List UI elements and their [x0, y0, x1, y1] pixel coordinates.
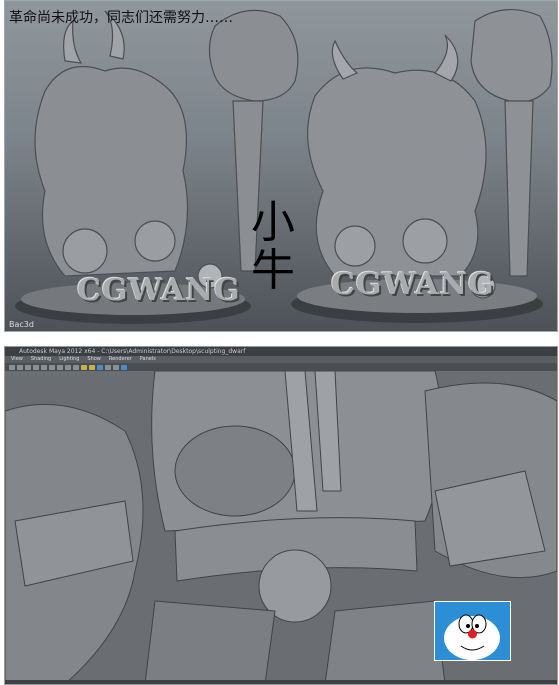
lights-icon[interactable] — [89, 364, 95, 370]
menu-panels[interactable]: Panels — [140, 356, 156, 363]
menu-shading[interactable]: Shading — [31, 356, 51, 363]
panel-menu-bar: View Shading Lighting Show Renderer Pane… — [5, 356, 557, 363]
texture-icon[interactable] — [81, 364, 87, 370]
right-figure — [307, 8, 553, 299]
xray-icon[interactable] — [105, 364, 111, 370]
corner-logo: Bac3d — [9, 320, 34, 329]
maya-window: Autodesk Maya 2012 x64 - C:\Users\Admini… — [4, 346, 558, 685]
overlay-text: 小 牛 — [245, 199, 301, 295]
isolate-icon[interactable] — [113, 364, 119, 370]
menu-lighting[interactable]: Lighting — [59, 356, 79, 363]
resolution-gate-icon[interactable] — [57, 364, 63, 370]
overlay-line-1: 小 — [251, 197, 295, 248]
menu-show[interactable]: Show — [87, 356, 101, 363]
panel-toolbar — [5, 363, 557, 371]
image-plane-icon[interactable] — [33, 364, 39, 370]
grid-icon[interactable] — [41, 364, 47, 370]
shadows-icon[interactable] — [97, 364, 103, 370]
watermark-right: CGWANG — [331, 267, 495, 302]
doraemon-face-icon — [435, 602, 510, 660]
doraemon-sticker — [434, 601, 511, 661]
menu-renderer[interactable]: Renderer — [109, 356, 132, 363]
status-line — [5, 680, 557, 684]
wireframe-icon[interactable] — [65, 364, 71, 370]
film-gate-icon[interactable] — [49, 364, 55, 370]
watermark-left: CGWANG — [77, 273, 241, 308]
smooth-shade-icon[interactable] — [73, 364, 79, 370]
maya-title-bar: Autodesk Maya 2012 x64 - C:\Users\Admini… — [5, 347, 557, 356]
maya-viewport[interactable] — [5, 370, 557, 684]
render-panel-top: 革命尚未成功，同志们还需努力…… CGWANG CGWANG 小 牛 Bac3d — [4, 0, 558, 332]
hud-icon[interactable] — [121, 364, 127, 370]
menu-view[interactable]: View — [11, 356, 23, 363]
lock-camera-icon[interactable] — [17, 364, 23, 370]
select-camera-icon[interactable] — [9, 364, 15, 370]
overlay-line-2: 牛 — [251, 245, 295, 296]
caption-text: 革命尚未成功，同志们还需努力…… — [9, 10, 233, 26]
bookmark-icon[interactable] — [25, 364, 31, 370]
